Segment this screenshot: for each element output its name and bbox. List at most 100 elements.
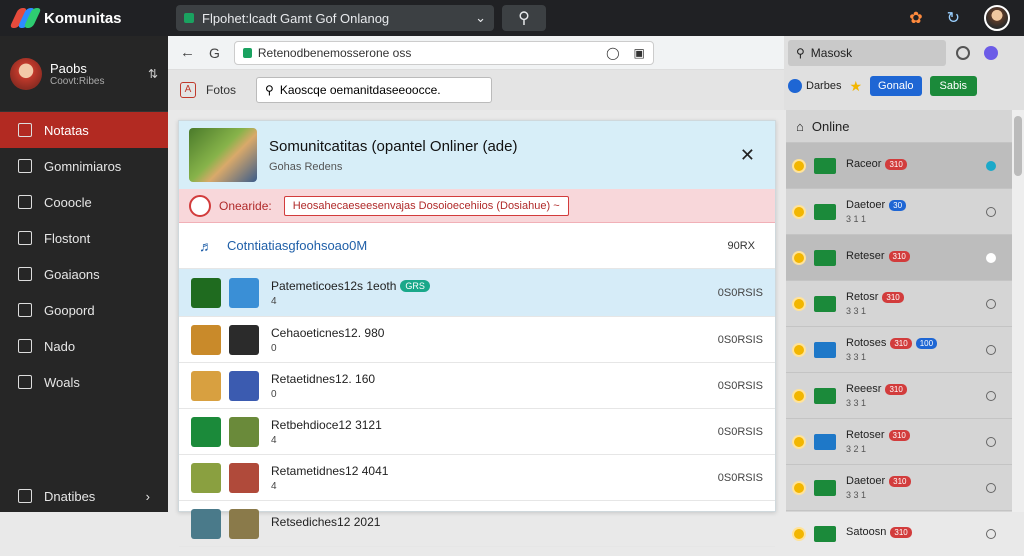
right-search-text: Masosk bbox=[810, 46, 853, 60]
search-button[interactable]: ⚲ bbox=[502, 5, 546, 31]
subbar-search[interactable]: ⚲ Kaoscqe oemanitdaseeoocce. bbox=[256, 77, 493, 103]
online-sub: 3 3 1 bbox=[846, 352, 867, 362]
sidebar-footer[interactable]: Dnatibes › bbox=[0, 480, 168, 512]
sidebar-item-label: Goopord bbox=[44, 302, 95, 318]
expand-icon[interactable]: ⇅ bbox=[148, 67, 158, 81]
status-dot-icon bbox=[794, 252, 804, 263]
user-avatar[interactable] bbox=[984, 5, 1010, 31]
game-row[interactable]: Retaetidnes12. 160 0 0S0RSIS bbox=[179, 363, 775, 409]
star-icon: ★ bbox=[849, 77, 863, 94]
radio-icon[interactable] bbox=[986, 298, 996, 309]
game-row[interactable]: Cehaoeticnes12. 980 0 0S0RSIS bbox=[179, 317, 775, 363]
gonalo-button[interactable]: Gonalo bbox=[870, 76, 922, 96]
panel-header: Somunitcatitas (opantel Onliner (ade) Go… bbox=[179, 121, 775, 189]
sidebar-item-1[interactable]: Gomnimiaros bbox=[0, 148, 168, 184]
radio-icon[interactable] bbox=[986, 160, 996, 171]
alert-icon bbox=[189, 194, 211, 217]
radio-icon[interactable] bbox=[986, 390, 996, 401]
radio-icon[interactable] bbox=[986, 482, 996, 493]
level-pill: 100 bbox=[915, 337, 938, 349]
online-name: Daetoer bbox=[846, 475, 886, 487]
fox-icon[interactable]: ✿ bbox=[909, 8, 922, 28]
chevron-down-icon[interactable]: ⌄ bbox=[475, 10, 486, 26]
radio-icon[interactable] bbox=[986, 436, 996, 447]
sidebar-item-label: Nado bbox=[44, 338, 76, 354]
game-sub: 4 bbox=[271, 480, 277, 492]
game-name: Retaetidnes12. 160 bbox=[271, 371, 376, 386]
scrollbar[interactable] bbox=[1012, 110, 1024, 512]
radio-icon[interactable] bbox=[986, 252, 996, 263]
main-panel: Somunitcatitas (opantel Onliner (ade) Go… bbox=[178, 120, 776, 547]
top-address-bar[interactable]: Flpohet:lcadt Gamt Gof Onlanog ⌄ bbox=[176, 5, 494, 31]
game-small-icon bbox=[814, 387, 836, 404]
game-icon bbox=[191, 277, 221, 308]
share-icon[interactable]: ◯ bbox=[606, 46, 619, 60]
profile-dot-icon[interactable] bbox=[984, 46, 998, 60]
game-row[interactable]: Patemeticoes12s 1eoth GRS 4 0S0RSIS bbox=[179, 269, 775, 317]
online-item[interactable]: Retoser 310 3 2 1 bbox=[786, 418, 1012, 464]
online-item[interactable]: Retosr 310 3 3 1 bbox=[786, 280, 1012, 326]
online-item[interactable]: Raceor 310 bbox=[786, 142, 1012, 188]
game-row[interactable]: Retbehdioce12 3121 4 0S0RSIS bbox=[179, 409, 775, 455]
back-arrow-icon[interactable]: ← bbox=[180, 44, 195, 61]
game-cover bbox=[229, 277, 259, 308]
online-item[interactable]: Daetoer 30 3 1 1 bbox=[786, 188, 1012, 234]
radio-icon[interactable] bbox=[986, 344, 996, 355]
radio-icon[interactable] bbox=[986, 528, 996, 539]
url-text: Retenodbenemosserone oss bbox=[257, 45, 412, 60]
game-name: Retbehdioce12 3121 bbox=[271, 417, 382, 432]
online-item[interactable]: Reeesr 310 3 3 1 bbox=[786, 372, 1012, 418]
game-value: 0S0RSIS bbox=[717, 333, 763, 346]
online-name: Retoser bbox=[846, 429, 885, 441]
sidebar-footer-label: Dnatibes bbox=[44, 488, 96, 504]
game-small-icon bbox=[814, 341, 836, 358]
level-pill: 310 bbox=[890, 526, 912, 538]
sidebar-item-label: Goaiaons bbox=[44, 266, 100, 282]
game-name: Retsediches12 2021 bbox=[271, 515, 381, 529]
alert-button[interactable]: Heosahecaeseesenvajas Dosoioecehiios (Do… bbox=[283, 195, 569, 216]
sidebar-item-label: Gomnimiaros bbox=[44, 158, 122, 174]
sidebar-item-7[interactable]: Woals bbox=[0, 364, 168, 400]
online-item[interactable]: Reteser 310 bbox=[786, 234, 1012, 280]
sidebar-item-4[interactable]: Goaiaons bbox=[0, 256, 168, 292]
online-item[interactable]: Daetoer 310 3 3 1 bbox=[786, 464, 1012, 510]
game-row[interactable]: Retsediches12 2021 bbox=[179, 501, 775, 547]
brand[interactable]: Komunitas bbox=[0, 7, 168, 29]
refresh-icon[interactable]: ↻ bbox=[947, 8, 960, 28]
profile-name: Paobs bbox=[50, 60, 87, 76]
doc-icon bbox=[18, 489, 32, 503]
profile-card[interactable]: Paobs Coovt:Ribes ⇅ bbox=[0, 36, 168, 112]
online-name: Reteser bbox=[846, 250, 885, 262]
sidebar-item-5[interactable]: Goopord bbox=[0, 292, 168, 328]
panel-title: Somunitcatitas (opantel Onliner (ade) bbox=[269, 137, 518, 155]
right-search[interactable]: ⚲ Masosk bbox=[788, 40, 946, 66]
settings-icon[interactable] bbox=[956, 46, 970, 60]
sidebar-item-2[interactable]: Cooocle bbox=[0, 184, 168, 220]
game-sub: 0 bbox=[271, 388, 277, 400]
status-dot-icon bbox=[794, 528, 804, 539]
online-name: Reeesr bbox=[846, 383, 882, 395]
top-bar: Komunitas Flpohet:lcadt Gamt Gof Onlanog… bbox=[0, 0, 1024, 36]
scrollbar-thumb[interactable] bbox=[1014, 116, 1022, 176]
sidebar-item-0[interactable]: Notatas bbox=[0, 112, 168, 148]
game-row[interactable]: Retametidnes12 4041 4 0S0RSIS bbox=[179, 455, 775, 501]
sidebar-item-6[interactable]: Nado bbox=[0, 328, 168, 364]
search-icon: ⚲ bbox=[518, 10, 530, 27]
right-toolbar: ⚲ Masosk Darbes ★ Gonalo Sabis bbox=[784, 36, 1024, 110]
home-icon: ⌂ bbox=[796, 118, 804, 134]
online-item[interactable]: Satoosn 310 bbox=[786, 510, 1012, 556]
level-pill: 310 bbox=[889, 475, 911, 487]
tab-icon[interactable]: ▣ bbox=[634, 46, 645, 60]
reload-icon[interactable]: G bbox=[209, 45, 220, 61]
close-icon[interactable]: ✕ bbox=[740, 145, 765, 166]
sidebar-item-3[interactable]: Flostont bbox=[0, 220, 168, 256]
section-row[interactable]: ♬ Cotntiatiasgfoohsoao0M 90RX bbox=[179, 223, 775, 269]
online-item[interactable]: Rotoses 310 100 3 3 1 bbox=[786, 326, 1012, 372]
game-cover bbox=[229, 508, 259, 539]
sabis-button[interactable]: Sabis bbox=[929, 76, 978, 96]
lock-icon bbox=[242, 47, 252, 58]
radio-icon[interactable] bbox=[986, 206, 996, 217]
list-icon bbox=[18, 123, 32, 137]
darbes-label[interactable]: Darbes bbox=[788, 79, 841, 93]
url-bar[interactable]: Retenodbenemosserone oss ◯ ▣ bbox=[233, 40, 654, 65]
